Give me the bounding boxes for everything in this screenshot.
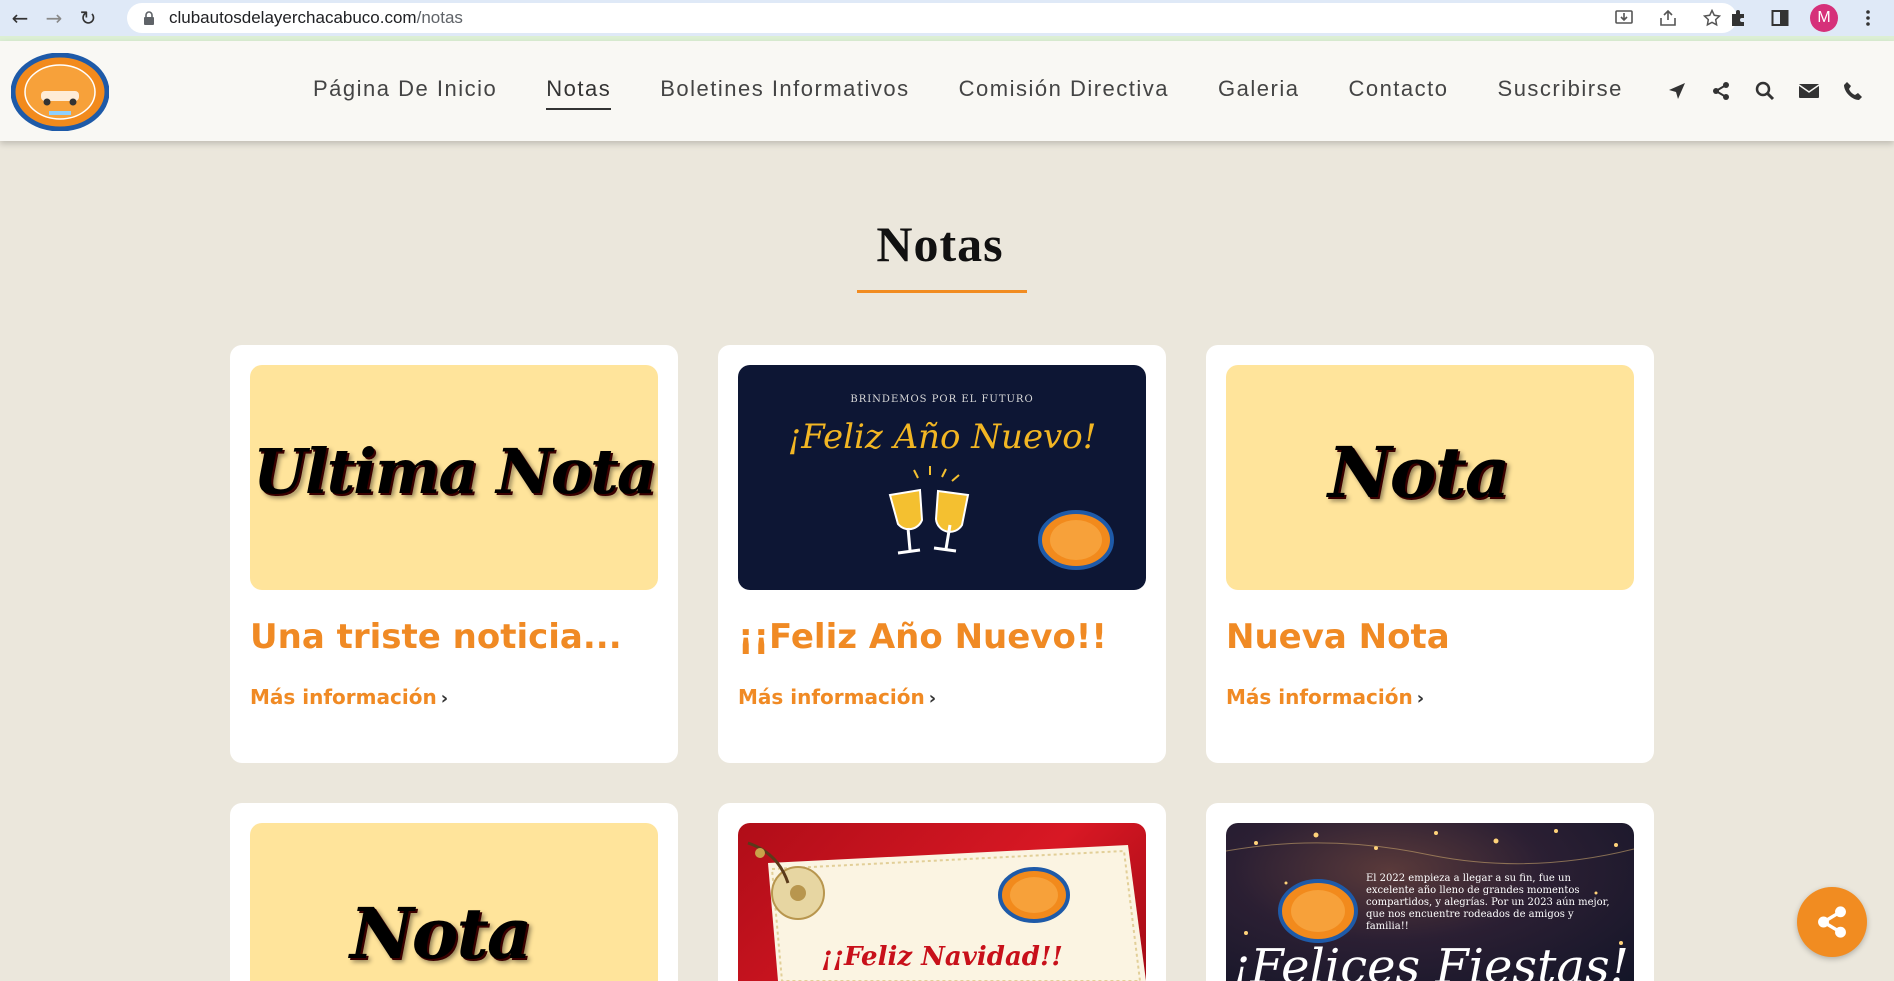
chevron-right-icon: › [440, 688, 449, 709]
club-logo [998, 867, 1070, 923]
phone-icon[interactable] [1841, 79, 1865, 103]
note-card[interactable]: El 2022 empieza a llegar a su fin, fue u… [1206, 803, 1654, 981]
card-image-caption: BRINDEMOS POR EL FUTURO [850, 394, 1033, 405]
back-icon[interactable]: ← [6, 4, 34, 32]
card-image-paragraph: El 2022 empieza a llegar a su fin, fue u… [1366, 873, 1610, 932]
more-info-label: Más información [1226, 685, 1413, 709]
share-icon[interactable] [1709, 79, 1733, 103]
club-logo [1278, 879, 1358, 943]
card-image-text: ¡¡Feliz Navidad!! [821, 942, 1063, 972]
bookmark-star-icon[interactable] [1701, 7, 1723, 29]
nav-item-boletines[interactable]: Boletines Informativos [660, 76, 909, 106]
note-card[interactable]: Nota [230, 803, 678, 981]
envelope-icon[interactable] [1797, 79, 1821, 103]
card-image[interactable]: Nota [250, 823, 658, 981]
page-title: Notas [876, 216, 1004, 272]
card-title[interactable]: Una triste noticia... [250, 617, 622, 657]
note-card[interactable]: ¡¡Feliz Navidad!! [718, 803, 1166, 981]
side-panel-icon[interactable] [1768, 6, 1792, 30]
location-arrow-icon[interactable] [1665, 79, 1689, 103]
card-image[interactable]: Nota [1226, 365, 1634, 590]
url-path: /notas [416, 8, 463, 27]
site-header: Página De Inicio Notas Boletines Informa… [0, 41, 1894, 141]
club-logo [1038, 510, 1114, 570]
card-image-text: Nota [348, 892, 530, 975]
chevron-right-icon: › [928, 688, 937, 709]
install-app-icon[interactable] [1613, 7, 1635, 29]
card-title[interactable]: Nueva Nota [1226, 617, 1450, 657]
chevron-right-icon: › [1416, 688, 1425, 709]
more-info-link[interactable]: Más información › [1226, 685, 1424, 709]
card-image-text: ¡Feliz Año Nuevo! [788, 417, 1097, 457]
nav-item-inicio[interactable]: Página De Inicio [313, 76, 497, 106]
share-page-icon[interactable] [1657, 7, 1679, 29]
card-image-text: ¡Felices Fiestas! [1231, 939, 1629, 981]
extension-area: M [1726, 3, 1894, 33]
nav-item-comision[interactable]: Comisión Directiva [959, 76, 1169, 106]
club-logo[interactable] [11, 53, 109, 131]
nav-item-galeria[interactable]: Galeria [1218, 76, 1299, 106]
reload-icon[interactable]: ↻ [74, 4, 102, 32]
nav-item-suscribirse[interactable]: Suscribirse [1498, 76, 1623, 106]
forward-icon[interactable]: → [40, 4, 68, 32]
note-card[interactable]: Ultima Nota Una triste noticia... Más in… [230, 345, 678, 763]
more-info-link[interactable]: Más información › [250, 685, 448, 709]
profile-avatar[interactable]: M [1810, 4, 1838, 32]
card-image[interactable]: Ultima Nota [250, 365, 658, 590]
url-host: clubautosdelayerchacabuco.com [169, 8, 417, 27]
more-info-label: Más información [250, 685, 437, 709]
main-navigation: Página De Inicio Notas Boletines Informa… [313, 41, 1672, 141]
card-image[interactable]: ¡¡Feliz Navidad!! [738, 823, 1146, 981]
note-card[interactable]: BRINDEMOS POR EL FUTURO ¡Feliz Año Nuevo… [718, 345, 1166, 763]
card-image-text: Nota [1326, 431, 1508, 514]
floating-share-button[interactable] [1797, 887, 1867, 957]
card-image[interactable]: BRINDEMOS POR EL FUTURO ¡Feliz Año Nuevo… [738, 365, 1146, 590]
more-info-label: Más información [738, 685, 925, 709]
poinsettia-ornament-icon [747, 841, 825, 920]
address-bar[interactable]: clubautosdelayerchacabuco.com/notas [127, 3, 1737, 33]
extensions-puzzle-icon[interactable] [1726, 6, 1750, 30]
menu-kebab-icon[interactable] [1856, 6, 1880, 30]
share-icon [1818, 906, 1846, 938]
card-image[interactable]: El 2022 empieza a llegar a su fin, fue u… [1226, 823, 1634, 981]
more-info-link[interactable]: Más información › [738, 685, 936, 709]
nav-item-contacto[interactable]: Contacto [1348, 76, 1448, 106]
header-icon-group [1665, 79, 1865, 103]
note-card[interactable]: Nota Nueva Nota Más información › [1206, 345, 1654, 763]
card-image-text: Ultima Nota [253, 435, 655, 508]
nav-item-notas[interactable]: Notas [546, 76, 612, 110]
lock-icon [144, 11, 154, 25]
title-underline [857, 290, 1027, 293]
search-icon[interactable] [1753, 79, 1777, 103]
champagne-glasses-icon [888, 466, 970, 555]
card-title[interactable]: ¡¡Feliz Año Nuevo!! [738, 617, 1107, 657]
